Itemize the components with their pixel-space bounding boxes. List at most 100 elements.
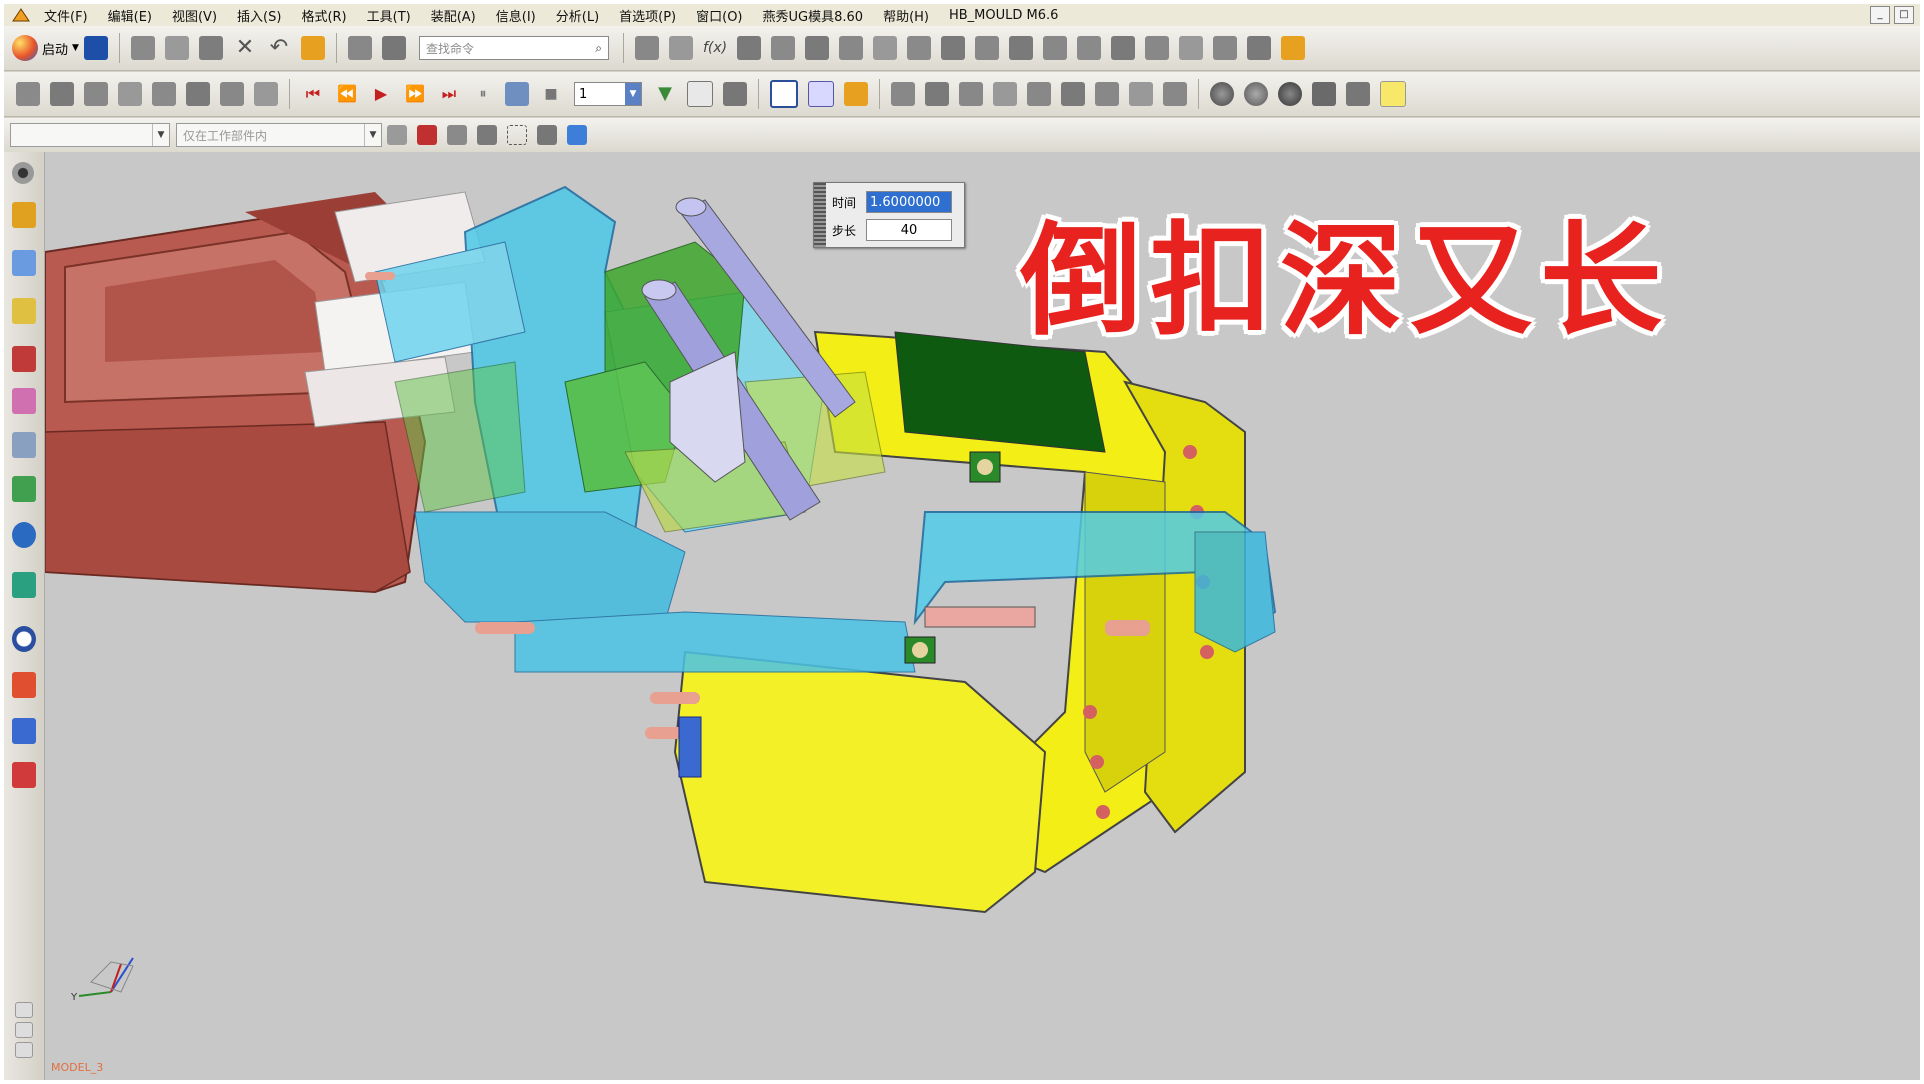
trim-body-icon[interactable]	[1076, 36, 1101, 60]
palette-icon[interactable]	[12, 762, 36, 788]
time-field[interactable]: 1.6000000	[866, 191, 952, 213]
sketch-line-icon[interactable]	[16, 82, 40, 106]
search-icon[interactable]: ⌕	[595, 41, 602, 56]
curve-rule-icon[interactable]	[477, 125, 497, 145]
wcs-icon[interactable]	[687, 81, 713, 107]
arrow-icon[interactable]	[447, 125, 467, 145]
command-search-input[interactable]: 查找命令 ⌕	[418, 36, 609, 60]
pattern-icon[interactable]	[118, 82, 142, 106]
spring-icon[interactable]	[220, 82, 244, 106]
graphics-window[interactable]: 时间 1.6000000 步长 40 倒扣深又长 Y MODEL_3	[45, 152, 1920, 1080]
lower-block[interactable]	[678, 716, 702, 778]
constraint-navigator-icon[interactable]	[12, 250, 36, 276]
datum-axis-icon[interactable]	[974, 36, 999, 60]
assembly-navigator-icon[interactable]	[12, 202, 36, 228]
dimension-icon[interactable]	[1061, 82, 1085, 106]
history-icon[interactable]	[12, 476, 36, 502]
restore-button[interactable]: □	[1894, 6, 1914, 24]
point-icon[interactable]	[940, 36, 965, 60]
selection-scope-select[interactable]: 仅在工作部件内 ▼	[176, 123, 382, 147]
menu-format[interactable]: 格式(R)	[291, 6, 356, 25]
menu-insert[interactable]: 插入(S)	[227, 6, 291, 25]
hd3d-tools-icon[interactable]	[12, 388, 36, 414]
helix-icon[interactable]	[254, 82, 278, 106]
rectangle-icon[interactable]	[770, 80, 798, 108]
stop-icon[interactable]: ■	[539, 82, 563, 106]
chevron-down-icon[interactable]: ▼	[364, 124, 381, 146]
menu-view[interactable]: 视图(V)	[162, 6, 227, 25]
menu-hb-mould[interactable]: HB_MOULD M6.6	[939, 8, 1068, 23]
info-icon[interactable]	[12, 522, 36, 548]
block-icon[interactable]	[993, 82, 1017, 106]
copy-icon[interactable]	[164, 36, 189, 60]
scroll-bottom-icon[interactable]	[15, 1042, 33, 1058]
rotate-icon[interactable]	[844, 82, 868, 106]
line-icon[interactable]	[736, 36, 761, 60]
static-wire-icon[interactable]	[1278, 82, 1302, 106]
sheet-body-icon[interactable]	[1027, 82, 1051, 106]
feature-icon[interactable]	[804, 36, 829, 60]
measure-icon[interactable]	[1163, 82, 1187, 106]
gear-icon[interactable]	[84, 82, 108, 106]
pen-icon[interactable]	[925, 82, 949, 106]
step-back-icon[interactable]: ⏪	[335, 82, 359, 106]
menu-assembly[interactable]: 装配(A)	[421, 6, 486, 25]
scroll-down-icon[interactable]	[15, 1022, 33, 1038]
process-studio-icon[interactable]	[12, 672, 36, 698]
step-field[interactable]: 40	[866, 219, 952, 241]
type-filter-select[interactable]: ▼	[10, 123, 170, 147]
chevron-down-icon[interactable]: ▼	[152, 124, 169, 146]
roles-icon[interactable]	[12, 718, 36, 744]
delete-icon[interactable]: ✕	[233, 36, 257, 60]
spring-coil-icon[interactable]	[891, 82, 915, 106]
expression-icon[interactable]: f(x)	[703, 36, 727, 60]
pipe-icon[interactable]	[1008, 36, 1033, 60]
box-select-icon[interactable]	[507, 125, 527, 145]
menu-window[interactable]: 窗口(O)	[686, 6, 752, 25]
shaded-sphere-icon[interactable]	[1210, 82, 1234, 106]
profile-icon[interactable]	[50, 82, 74, 106]
fast-forward-icon[interactable]: ⏭	[437, 82, 461, 106]
grid-snap-icon[interactable]	[808, 81, 834, 107]
edge-blend-icon[interactable]	[1178, 36, 1203, 60]
layer-settings-icon[interactable]	[347, 36, 372, 60]
studio-icon[interactable]	[1312, 82, 1336, 106]
command-finder-icon[interactable]	[300, 36, 325, 60]
synchronous-icon[interactable]	[1280, 36, 1305, 60]
reuse-library-icon[interactable]	[12, 346, 36, 372]
surface-icon[interactable]	[152, 82, 176, 106]
animation-step-dialog[interactable]: 时间 1.6000000 步长 40	[813, 182, 965, 248]
drag-handle-icon[interactable]	[814, 183, 826, 247]
settings-icon[interactable]	[12, 162, 34, 184]
checkered-flag-icon[interactable]	[723, 82, 747, 106]
face-analysis-icon[interactable]	[1346, 82, 1370, 106]
curve-icon[interactable]	[872, 36, 897, 60]
wire-sphere-icon[interactable]	[1244, 82, 1268, 106]
menu-yanxiu-plugin[interactable]: 燕秀UG模具8.60	[753, 6, 874, 25]
start-button[interactable]: 启动 ▼	[12, 35, 79, 61]
extrude-icon[interactable]	[770, 36, 795, 60]
cylinder-icon[interactable]	[959, 82, 983, 106]
highlight-icon[interactable]	[1380, 81, 1406, 107]
save-icon[interactable]	[83, 36, 108, 60]
paste-icon[interactable]	[198, 36, 223, 60]
chevron-down-icon[interactable]: ▼	[625, 83, 641, 105]
replace-face-icon[interactable]	[1246, 36, 1271, 60]
mesh-icon[interactable]	[1144, 36, 1169, 60]
datum-plane-icon[interactable]	[838, 36, 863, 60]
component-icon[interactable]	[634, 36, 659, 60]
menu-edit[interactable]: 编辑(E)	[98, 6, 162, 25]
view-icon[interactable]	[537, 125, 557, 145]
spline-icon[interactable]	[906, 36, 931, 60]
filter-icon[interactable]	[387, 125, 407, 145]
move-layer-icon[interactable]	[381, 36, 406, 60]
angle-icon[interactable]	[1129, 82, 1153, 106]
revolve-icon[interactable]	[1110, 36, 1135, 60]
arc-icon[interactable]	[1095, 82, 1119, 106]
assembly-constraint-icon[interactable]	[668, 36, 693, 60]
sweep-icon[interactable]	[1042, 36, 1067, 60]
fixture-icon[interactable]	[186, 82, 210, 106]
menu-help[interactable]: 帮助(H)	[873, 6, 939, 25]
web-browser-icon[interactable]	[12, 432, 36, 458]
play-icon[interactable]: ▶	[369, 82, 393, 106]
